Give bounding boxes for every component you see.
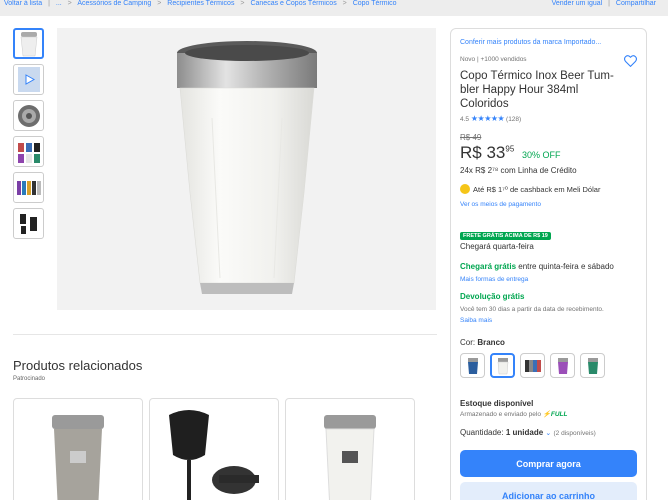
price-cents: 95: [505, 144, 515, 154]
related-products-title: Produtos relacionados: [13, 358, 143, 373]
review-count: (128): [506, 116, 522, 123]
buy-now-button[interactable]: Comprar agora: [460, 450, 637, 477]
full-logo: ⚡FULL: [542, 411, 568, 418]
cashback-text: Até R$ 1⁷⁰ de cashback em Meli Dólar: [473, 184, 601, 194]
rating-row[interactable]: 4.5 ★★★★★ (128): [460, 114, 521, 123]
condition-sold-count: Novo | +1000 vendidos: [460, 56, 527, 63]
breadcrumb-separator: >: [157, 0, 162, 7]
free-arrival-dates: entre quinta-feira e sábado: [516, 262, 614, 271]
sell-similar-link[interactable]: Vender um igual: [552, 0, 603, 7]
payment-methods-link[interactable]: Ver os meios de pagamento: [460, 201, 541, 208]
main-product-image[interactable]: [57, 28, 436, 310]
thumbnail-white-cup[interactable]: [13, 28, 44, 59]
thumbnail-cup-top[interactable]: [13, 100, 44, 131]
free-arrival-row: Chegará grátis entre quinta-feira e sába…: [460, 262, 614, 271]
arrival-text: Chegará quarta-feira: [460, 242, 534, 251]
stock-title: Estoque disponível: [460, 399, 534, 408]
breadcrumb-separator: >: [67, 0, 72, 7]
thumbnail-color-row[interactable]: [13, 172, 44, 203]
fulfillment-row: Armazenado e enviado pelo ⚡FULL: [460, 410, 567, 418]
related-product-card[interactable]: [149, 398, 279, 500]
swatch-blue[interactable]: [460, 353, 485, 378]
thumbnail-strip: [13, 28, 44, 244]
brand-products-link[interactable]: Conferir mais produtos da marca Importad…: [460, 39, 601, 46]
color-label: Cor: Branco: [460, 338, 505, 347]
back-to-list-link[interactable]: Voltar à lista: [4, 0, 42, 7]
fulfillment-text: Armazenado e enviado pelo: [460, 411, 541, 418]
breadcrumb-item[interactable]: Canecas e Copos Térmicos: [250, 0, 336, 7]
installments-text: 24x R$ 2⁷⁸ com Linha de Crédito: [460, 166, 577, 175]
related-product-card[interactable]: [13, 398, 143, 500]
purchase-panel: Conferir mais produtos da marca Importad…: [450, 28, 647, 500]
breadcrumb-item[interactable]: ...: [56, 0, 62, 7]
old-price: R$ 49: [460, 133, 482, 142]
more-shipping-link[interactable]: Mais formas de entrega: [460, 276, 528, 283]
topbar-actions: Vender um igual | Compartilhar: [538, 0, 656, 7]
learn-more-link[interactable]: Saiba mais: [460, 317, 492, 324]
price-main: R$ 33: [460, 143, 506, 162]
product-title-line: Copo Térmico Inox Beer Tum-: [460, 70, 614, 82]
share-link[interactable]: Compartilhar: [616, 0, 656, 7]
quantity-value: 1 unidade: [505, 428, 544, 437]
full-logo-text: FULL: [550, 411, 568, 418]
sponsored-label: Patrocinado: [13, 376, 46, 382]
thumbnail-black-set[interactable]: [13, 208, 44, 239]
breadcrumb-separator: |: [48, 0, 50, 7]
related-product-card[interactable]: [285, 398, 415, 500]
swatch-green[interactable]: [580, 353, 605, 378]
breadcrumb-separator: >: [240, 0, 245, 7]
swatch-white[interactable]: [490, 353, 515, 378]
quantity-selector[interactable]: Quantidade: 1 unidade ⌄ (2 disponíveis): [460, 428, 596, 437]
coin-icon: [460, 184, 470, 194]
breadcrumb-separator: >: [342, 0, 347, 7]
breadcrumb-item[interactable]: Copo Térmico: [353, 0, 397, 7]
color-swatches: [460, 353, 610, 378]
thumbnail-colors[interactable]: [13, 136, 44, 167]
breadcrumb-bar: Voltar à lista | ... > Acessórios de Cam…: [0, 0, 668, 14]
color-label-text: Cor:: [460, 338, 478, 347]
color-value: Branco: [477, 338, 505, 347]
product-title: Copo Térmico Inox Beer Tum- bler Happy H…: [460, 69, 614, 111]
swatch-multicolor[interactable]: [520, 353, 545, 378]
free-return-title: Devolução grátis: [460, 292, 525, 301]
free-return-text: Você tem 30 dias a partir da data de rec…: [460, 306, 604, 313]
breadcrumb-item[interactable]: Recipientes Térmicos: [167, 0, 234, 7]
breadcrumb: Voltar à lista | ... > Acessórios de Cam…: [4, 0, 401, 7]
quantity-available: (2 disponíveis): [553, 430, 596, 437]
favorite-heart-icon[interactable]: [624, 54, 637, 72]
chevron-down-icon: ⌄: [545, 430, 552, 437]
add-to-cart-button[interactable]: Adicionar ao carrinho: [460, 482, 637, 500]
thumbnail-video[interactable]: [13, 64, 44, 95]
stars-glyphs: ★★★★★: [470, 114, 505, 123]
product-title-line: bler Happy Hour 384ml: [460, 84, 579, 96]
discount-label: 30% OFF: [522, 150, 561, 160]
free-shipping-badge-text: FRETE GRÁTIS ACIMA DE R$ 19: [460, 232, 551, 240]
cashback-row: Até R$ 1⁷⁰ de cashback em Meli Dólar: [460, 184, 600, 194]
breadcrumb-item[interactable]: Acessórios de Camping: [77, 0, 151, 7]
swatch-purple[interactable]: [550, 353, 575, 378]
current-price: R$ 3395 30% OFF: [460, 143, 561, 163]
free-arrival-label: Chegará grátis: [460, 262, 517, 271]
rating-stars-icon: ★★★★★: [470, 114, 505, 123]
free-shipping-badge: FRETE GRÁTIS ACIMA DE R$ 19: [460, 224, 551, 242]
rating-value: 4.5: [460, 116, 470, 123]
product-title-line: Coloridos: [460, 98, 509, 110]
quantity-label: Quantidade:: [460, 428, 506, 437]
section-divider: [13, 334, 437, 335]
breadcrumb-separator: |: [608, 0, 610, 7]
